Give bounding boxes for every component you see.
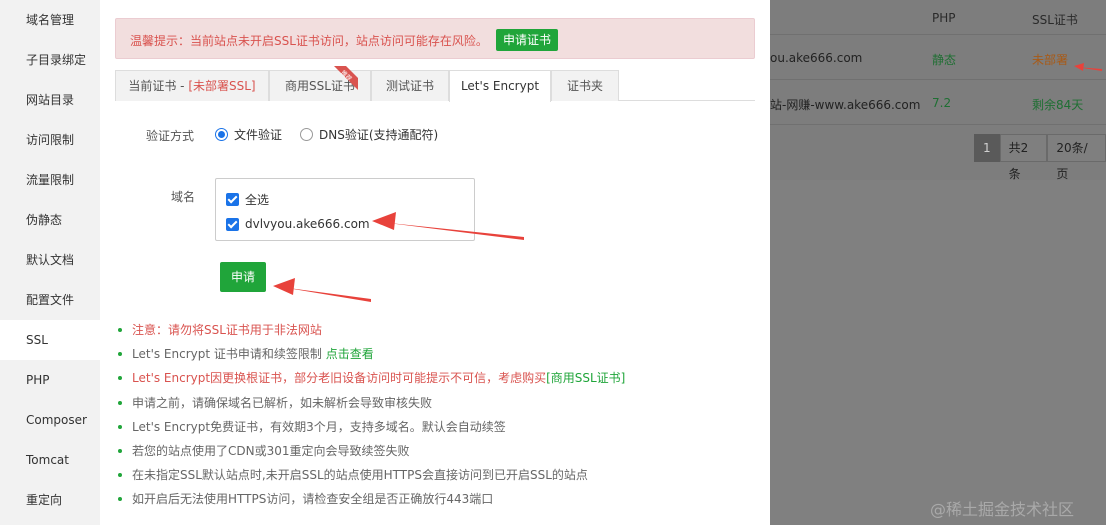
site-name: ou.ake666.com xyxy=(770,51,863,65)
domain-name: dvlvyou.ake666.com xyxy=(245,217,370,231)
list-item: 申请之前，请确保域名已解析，如未解析会导致审核失败 xyxy=(118,391,758,415)
site-name: 站-网赚-www.ake666.com xyxy=(770,98,921,112)
site-table-background: PHP SSL证书 ou.ake666.com 静态 未部署 站-网赚-www.… xyxy=(770,0,1106,181)
table-row: ou.ake666.com 静态 未部署 xyxy=(770,36,1106,80)
commercial-ssl-link[interactable]: [商用SSL证书] xyxy=(546,371,625,385)
sidebar-item-redirect[interactable]: 重定向 xyxy=(0,480,100,520)
list-item: 若您的站点使用了CDN或301重定向会导致续签失败 xyxy=(118,439,758,463)
view-limits-link[interactable]: 点击查看 xyxy=(326,347,374,361)
tab-certificate-folder[interactable]: 证书夹 xyxy=(551,70,619,101)
list-item: 注意：请勿将SSL证书用于非法网站 xyxy=(118,318,758,342)
verify-method-options: 文件验证 DNS验证(支持通配符) xyxy=(215,126,456,143)
sidebar-item-rewrite[interactable]: 伪静态 xyxy=(0,200,100,240)
pagination: 1 共2条 20条/页 xyxy=(974,134,1106,181)
verify-method-label: 验证方式 xyxy=(146,129,195,143)
apply-button[interactable]: 申请 xyxy=(220,262,266,292)
page-current: 1 xyxy=(974,134,1000,162)
verify-dns-option[interactable]: DNS验证(支持通配符) xyxy=(300,126,438,143)
sidebar-item-php[interactable]: PHP xyxy=(0,360,100,400)
radio-unchecked-icon[interactable] xyxy=(300,128,314,141)
php-version: 静态 xyxy=(932,53,957,67)
list-item: Let's Encrypt免费证书，有效期3个月，支持多域名。默认会自动续签 xyxy=(118,415,758,439)
arrow-annotation-icon xyxy=(1074,63,1102,71)
list-item: Let's Encrypt因更换根证书，部分老旧设备访问时可能提示不可信，考虑购… xyxy=(118,366,758,390)
page-total: 共2条 xyxy=(999,134,1048,181)
note-text: Let's Encrypt因更换根证书，部分老旧设备访问时可能提示不可信，考虑购… xyxy=(132,371,547,386)
tab-label: 当前证书 - xyxy=(128,79,189,93)
sidebar-item-default-doc[interactable]: 默认文档 xyxy=(0,240,100,280)
sidebar-item-config-file[interactable]: 配置文件 xyxy=(0,280,100,320)
sidebar-item-subdir[interactable]: 子目录绑定 xyxy=(0,40,100,80)
list-item: 如开启后无法使用HTTPS访问，请检查安全组是否正确放行443端口 xyxy=(118,487,758,511)
checkbox-checked-icon[interactable] xyxy=(226,217,239,231)
domain-select-box: 全选 dvlvyou.ake666.com xyxy=(215,178,475,241)
tab-lets-encrypt[interactable]: Let's Encrypt xyxy=(449,70,551,102)
sidebar-item-traffic-limit[interactable]: 流量限制 xyxy=(0,160,100,200)
note-text: Let's Encrypt 证书申请和续签限制 xyxy=(132,347,326,362)
tab-status: [未部署SSL] xyxy=(188,79,256,93)
verify-dns-label: DNS验证(支持通配符) xyxy=(319,128,439,142)
alert-message: 温馨提示：当前站点未开启SSL证书访问，站点访问可能存在风险。 xyxy=(130,34,488,48)
sidebar-item-tomcat[interactable]: Tomcat xyxy=(0,440,100,480)
ssl-status: 未部署 xyxy=(1032,53,1069,67)
sidebar: 域名管理 子目录绑定 网站目录 访问限制 流量限制 伪静态 默认文档 配置文件 … xyxy=(0,0,100,525)
ssl-panel: 温馨提示：当前站点未开启SSL证书访问，站点访问可能存在风险。 申请证书 当前证… xyxy=(100,0,770,525)
watermark: @稀土掘金技术社区 xyxy=(930,500,1075,519)
php-column-header: PHP xyxy=(932,11,956,25)
sidebar-item-access-limit[interactable]: 访问限制 xyxy=(0,120,100,160)
tab-test-certificate[interactable]: 测试证书 xyxy=(371,70,449,101)
verify-file-label: 文件验证 xyxy=(234,128,283,142)
ssl-warning-alert: 温馨提示：当前站点未开启SSL证书访问，站点访问可能存在风险。 申请证书 xyxy=(115,18,755,59)
checkbox-checked-icon[interactable] xyxy=(226,193,239,206)
radio-checked-icon[interactable] xyxy=(215,128,228,141)
list-item: Let's Encrypt 证书申请和续签限制 点击查看 xyxy=(118,342,758,366)
php-version: 7.2 xyxy=(932,96,952,110)
select-all-checkbox[interactable]: 全选 xyxy=(226,191,269,208)
tab-current-certificate[interactable]: 当前证书 - [未部署SSL] xyxy=(115,70,269,101)
ssl-column-header: SSL证书 xyxy=(1032,13,1078,27)
verify-file-option[interactable]: 文件验证 xyxy=(215,126,282,143)
tips-list: 注意：请勿将SSL证书用于非法网站 Let's Encrypt 证书申请和续签限… xyxy=(118,318,758,512)
sidebar-item-composer[interactable]: Composer xyxy=(0,400,100,440)
ssl-status: 剩余84天 xyxy=(1032,98,1084,112)
domain-checkbox[interactable]: dvlvyou.ake666.com xyxy=(226,217,370,231)
list-item: 在未指定SSL默认站点时,未开启SSL的站点使用HTTPS会直接访问到已开启SS… xyxy=(118,463,758,487)
table-header: PHP SSL证书 xyxy=(770,0,1106,35)
sidebar-item-domain[interactable]: 域名管理 xyxy=(0,0,100,40)
table-row: 站-网赚-www.ake666.com 7.2 剩余84天 xyxy=(770,81,1106,125)
apply-certificate-button[interactable]: 申请证书 xyxy=(496,29,559,51)
recommend-badge-icon: 推荐 xyxy=(334,66,358,90)
domain-label: 域名 xyxy=(171,190,196,204)
select-all-label: 全选 xyxy=(245,193,270,207)
sidebar-item-ssl[interactable]: SSL xyxy=(0,320,100,360)
sidebar-item-site-dir[interactable]: 网站目录 xyxy=(0,80,100,120)
certificate-tabs: 当前证书 - [未部署SSL] 商用SSL证书 测试证书 Let's Encry… xyxy=(115,70,755,102)
page-size: 20条/页 xyxy=(1047,134,1106,181)
